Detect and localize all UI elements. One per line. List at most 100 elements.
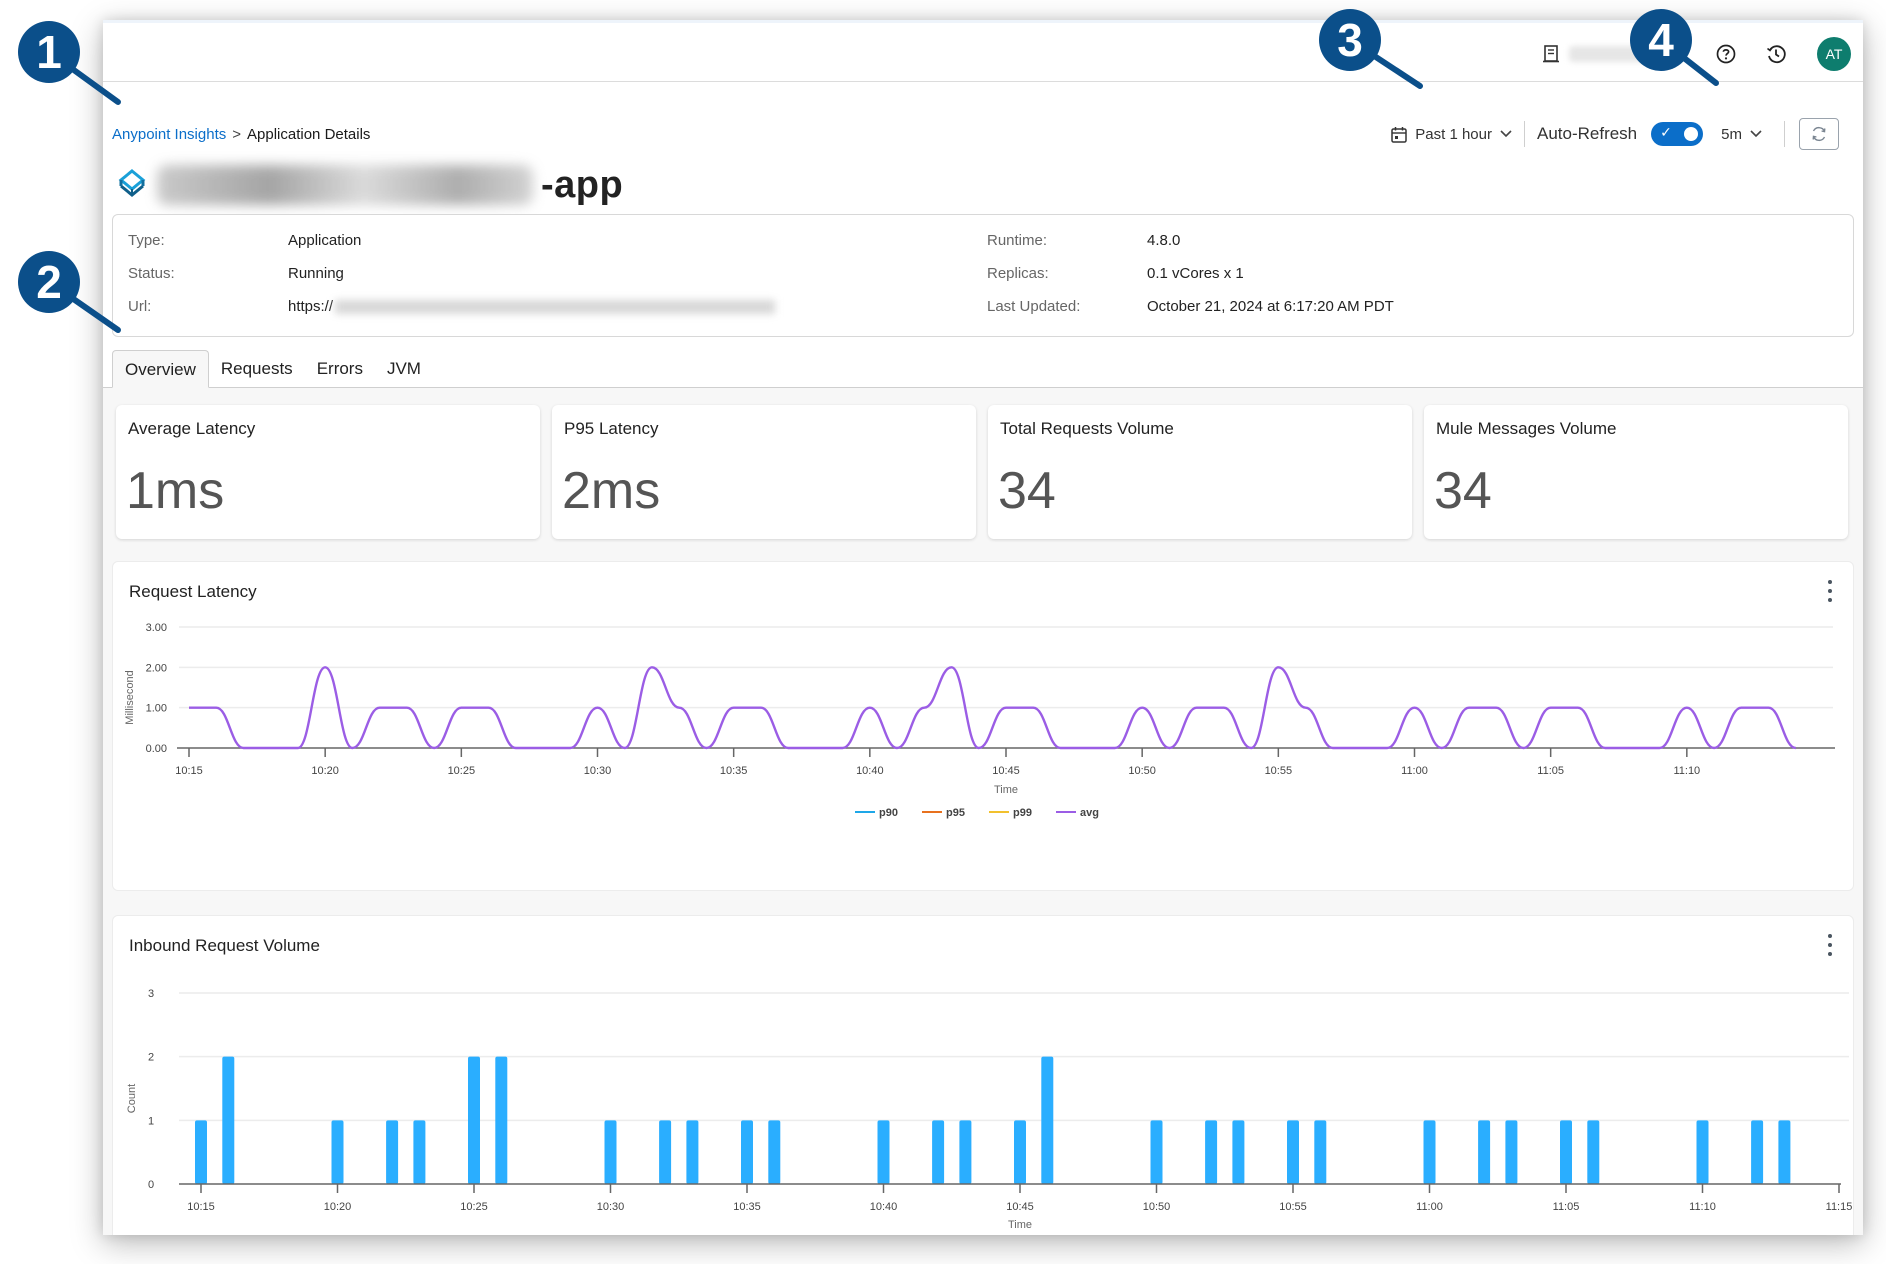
user-avatar[interactable]: AT [1817,37,1851,71]
overview-panel: Average Latency 1ms P95 Latency 2ms Tota… [103,388,1863,1235]
chevron-down-icon [1669,50,1681,58]
status-value: Running [288,265,344,282]
top-navigation-bar: AT [103,20,1863,82]
x-tick-label: 11:00 [1401,765,1428,777]
tab-bar: Overview Requests Errors JVM [112,350,433,388]
info-type: Type: Application [128,232,361,249]
last-updated-label: Last Updated: [987,298,1081,315]
x-tick-label: 11:00 [1416,1201,1443,1213]
x-tick-label: 10:45 [1006,1201,1034,1213]
history-icon [1767,45,1786,64]
bar [932,1120,945,1184]
x-tick-label: 10:50 [1143,1201,1171,1213]
y-tick-label: 2 [148,1052,154,1064]
bar [604,1120,617,1184]
y-tick-label: 0.00 [146,743,167,755]
last-updated-value: October 21, 2024 at 6:17:20 AM PDT [1147,298,1394,315]
metric-value: 34 [1434,462,1492,520]
auto-refresh-control: Auto-Refresh ✓ [1536,122,1704,146]
calendar-icon [1391,126,1408,143]
bar [768,1120,781,1184]
tab-overview[interactable]: Overview [112,350,209,388]
y-tick-label: 0 [148,1179,154,1191]
bar [1587,1120,1600,1184]
bar [1041,1056,1054,1184]
bar [1287,1120,1299,1184]
bar [1560,1120,1572,1184]
bar [331,1120,344,1184]
x-tick-label: 10:15 [187,1201,215,1213]
check-icon: ✓ [1660,124,1672,140]
info-last-updated: Last Updated: October 21, 2024 at 6:17:2… [987,298,1394,315]
y-tick-label: 3 [148,988,154,1000]
request-latency-card: Request Latency 0.00 1.00 2.00 3.00 10:15 10:… [112,561,1854,891]
x-axis-title: Time [994,784,1018,796]
y-tick-label: 3.00 [146,622,167,634]
inbound-request-volume-chart: 0 1 2 3 Count 10:15 10:20 10:25 10:30 10:35 10:40 1… [126,988,1852,1231]
x-tick-label: 10:50 [1128,765,1156,777]
org-name-redacted [1569,46,1659,62]
x-tick-label: 10:25 [460,1201,488,1213]
bar [195,1120,207,1184]
chevron-down-icon [1500,130,1512,138]
main-content: Anypoint Insights > Application Details Pa… [103,82,1863,1235]
bar [222,1056,235,1184]
bar [659,1120,672,1184]
help-button[interactable] [1715,43,1737,65]
help-circle-icon [1716,44,1736,64]
tab-errors[interactable]: Errors [305,350,375,387]
type-value: Application [288,232,362,249]
legend-label-p99: p99 [1013,807,1032,819]
page-title: -app [115,160,623,210]
y-tick-label: 1.00 [146,703,167,715]
chevron-down-icon [1750,130,1762,138]
bar [741,1120,753,1184]
auto-refresh-toggle[interactable]: ✓ [1651,122,1704,146]
x-tick-label: 10:20 [324,1201,352,1213]
callout-badge-1 [18,21,80,83]
bar [1150,1120,1163,1184]
y-axis-title: Count [126,1084,138,1113]
app-window: AT Anypoint Insights > Application Details… [103,20,1863,1235]
building-icon [1543,45,1559,63]
org-selector[interactable] [1543,45,1681,63]
y-tick-label: 2.00 [146,662,167,674]
x-tick-label: 10:35 [733,1201,761,1213]
time-range-dropdown[interactable]: Past 1 hour [1391,126,1512,143]
y-tick-label: 1 [148,1115,154,1127]
bar [495,1056,508,1184]
breadcrumb-separator: > [232,126,242,143]
metric-card-p95-latency: P95 Latency 2ms [552,405,976,539]
url-value[interactable]: https:// [288,298,776,315]
request-latency-chart: 0.00 1.00 2.00 3.00 10:15 10:20 10:25 10:30 10:3… [124,622,1835,819]
tab-requests[interactable]: Requests [209,350,305,387]
x-tick-label: 10:55 [1279,1201,1307,1213]
info-runtime: Runtime: 4.8.0 [987,232,1180,249]
url-redacted [335,300,776,315]
tab-jvm[interactable]: JVM [375,350,433,387]
avatar-initials: AT [1825,46,1843,62]
page-controls: Past 1 hour Auto-Refresh ✓ 5m [1391,118,1839,150]
metric-value: 1ms [126,462,225,520]
x-tick-label: 10:15 [175,765,203,777]
metric-card-mule-messages: Mule Messages Volume 34 [1424,405,1848,539]
bar [1314,1120,1327,1184]
refresh-button[interactable] [1799,118,1839,150]
callout-badge-2 [18,251,80,313]
auto-refresh-label: Auto-Refresh [1536,124,1638,143]
x-axis-title: Time [1008,1219,1032,1231]
callout-number-1: 1 [36,26,62,78]
x-tick-label: 11:05 [1553,1201,1580,1213]
x-tick-label: 10:30 [584,765,612,777]
time-range-value: Past 1 hour [1415,125,1492,143]
app-title-suffix: -app [541,163,624,206]
metric-card-average-latency: Average Latency 1ms [116,405,540,539]
breadcrumb-link-anypoint-insights[interactable]: Anypoint Insights [112,126,226,143]
history-button[interactable] [1765,43,1787,65]
y-axis-title: Millisecond [124,670,136,724]
refresh-interval-dropdown[interactable]: 5m [1721,126,1762,143]
x-tick-label: 10:30 [597,1201,625,1213]
metric-title: Average Latency [128,419,256,438]
bar [468,1056,480,1184]
divider [1784,121,1785,147]
